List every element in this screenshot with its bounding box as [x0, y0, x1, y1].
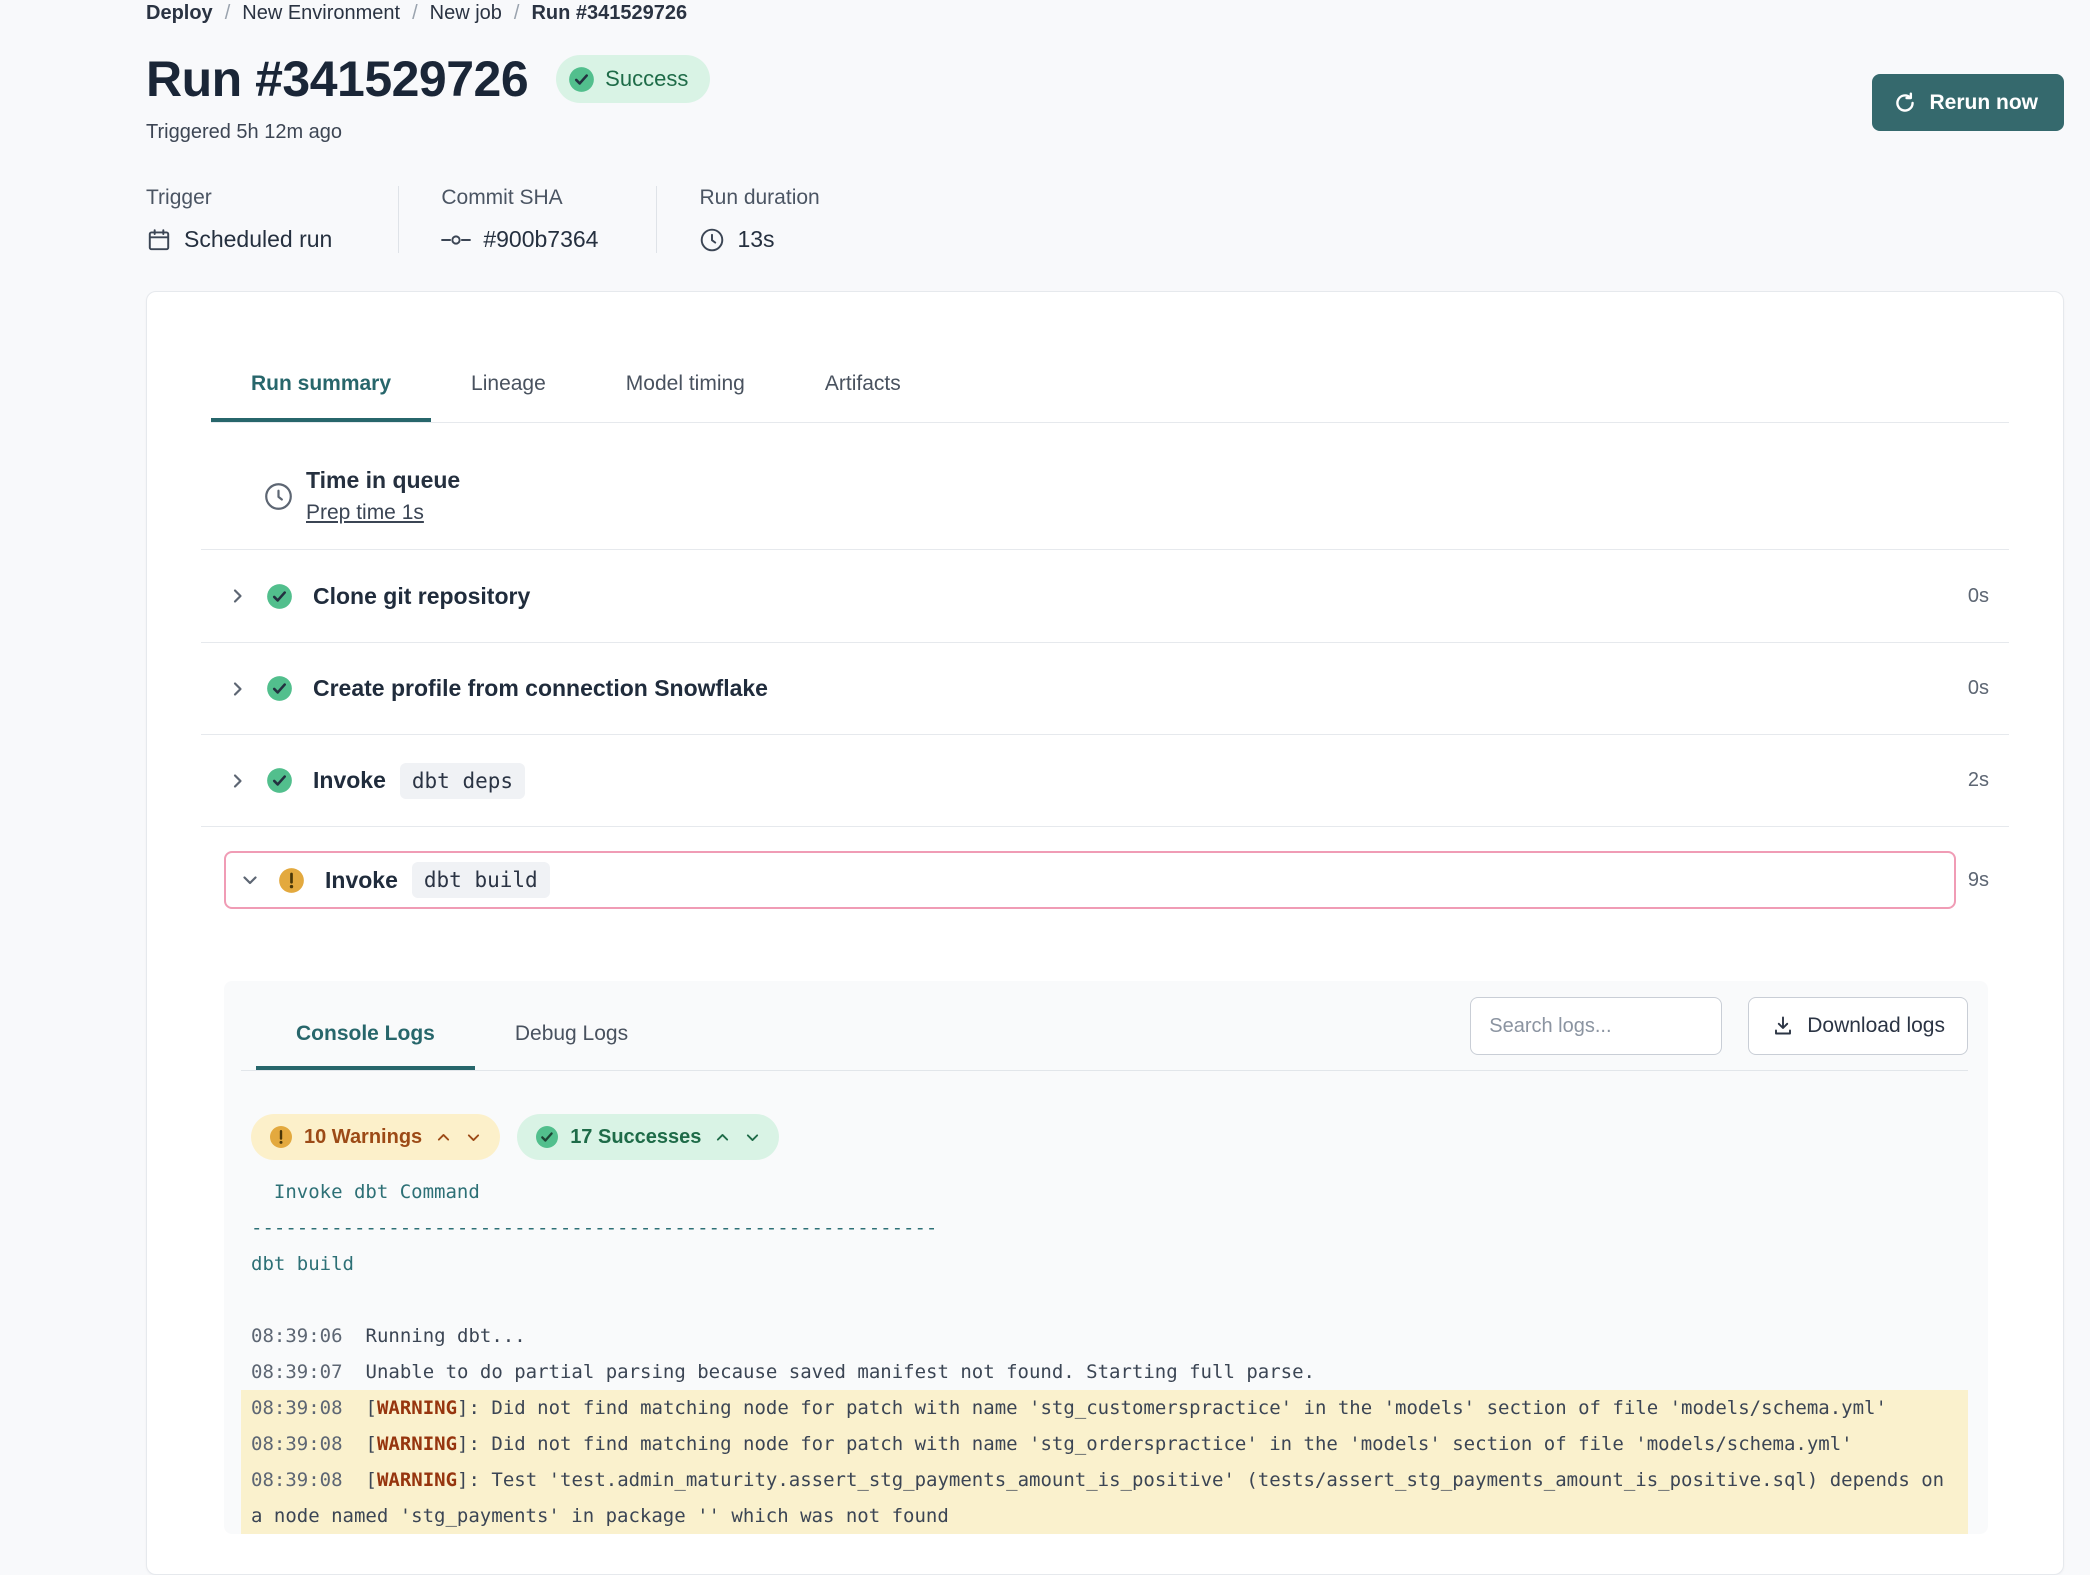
step-create-profile[interactable]: Create profile from connection Snowflake…: [201, 642, 2009, 734]
chevron-up-icon[interactable]: [435, 1129, 452, 1146]
step-clone-git-repository[interactable]: Clone git repository 0s: [201, 550, 2009, 642]
page-title: Run #341529726: [146, 49, 528, 109]
trigger-value: Scheduled run: [184, 226, 332, 253]
meta-trigger: Trigger Scheduled run: [146, 186, 399, 253]
step-invoke-dbt-deps[interactable]: Invoke dbt deps 2s: [201, 734, 2009, 826]
log-separator: ----------------------------------------…: [241, 1210, 1968, 1246]
chevron-right-icon[interactable]: [228, 771, 248, 791]
tab-lineage[interactable]: Lineage: [431, 372, 586, 422]
warnings-badge: 10 Warnings: [251, 1114, 500, 1160]
log-line-warning: 08:39:08[WARNING]: Did not find matching…: [241, 1426, 1968, 1462]
chevron-right-icon[interactable]: [228, 586, 248, 606]
successes-badge-label: 17 Successes: [570, 1126, 701, 1149]
tab-run-summary[interactable]: Run summary: [211, 372, 431, 422]
clock-icon: [699, 227, 725, 253]
breadcrumb-job[interactable]: New job: [430, 2, 502, 25]
search-logs-input[interactable]: [1470, 997, 1722, 1055]
chevron-down-icon[interactable]: [240, 870, 260, 890]
warning-icon: [269, 1125, 293, 1149]
meta-commit: Commit SHA #900b7364: [399, 186, 657, 253]
step-invoke-dbt-build-row[interactable]: Invoke dbt build: [224, 851, 1956, 909]
chevron-right-icon[interactable]: [228, 679, 248, 699]
run-detail-page: Deploy / New Environment / New job / Run…: [0, 0, 2090, 1575]
warning-icon: [278, 867, 305, 894]
tab-artifacts[interactable]: Artifacts: [785, 372, 941, 422]
tab-debug-logs[interactable]: Debug Logs: [475, 1022, 668, 1070]
log-filter-badges: 10 Warnings 17 Successes: [251, 1114, 1968, 1160]
run-meta: Trigger Scheduled run Commit SHA #: [146, 186, 2064, 253]
step-title: Invoke: [313, 767, 386, 794]
breadcrumb-separator: /: [412, 2, 418, 25]
chevron-up-icon[interactable]: [714, 1129, 731, 1146]
status-badge: Success: [556, 55, 710, 103]
breadcrumb-run: Run #341529726: [531, 2, 687, 25]
log-line: 08:39:06Running dbt...: [241, 1318, 1968, 1354]
commit-value: #900b7364: [483, 226, 598, 253]
status-badge-label: Success: [605, 66, 688, 92]
log-command-header: Invoke dbt Command: [241, 1174, 1968, 1210]
tab-console-logs[interactable]: Console Logs: [256, 1022, 475, 1070]
download-icon: [1771, 1014, 1795, 1038]
triggered-label: Triggered 5h 12m ago: [146, 121, 2064, 144]
log-line-warning: 08:39:08[WARNING]: Did not find matching…: [241, 1390, 1968, 1426]
log-line: 08:39:07Unable to do partial parsing bec…: [241, 1354, 1968, 1390]
log-controls: Download logs: [1470, 997, 1968, 1055]
chevron-down-icon[interactable]: [744, 1129, 761, 1146]
success-check-icon: [568, 66, 595, 93]
rerun-icon: [1892, 90, 1918, 116]
log-blank-line: [241, 1282, 1968, 1318]
chevron-down-icon[interactable]: [465, 1129, 482, 1146]
success-check-icon: [266, 675, 293, 702]
calendar-icon: [146, 227, 172, 253]
console-log-output: Invoke dbt Command ---------------------…: [241, 1174, 1968, 1534]
breadcrumb-separator: /: [225, 2, 231, 25]
step-title: Clone git repository: [313, 583, 530, 610]
step-title: Create profile from connection Snowflake: [313, 675, 768, 702]
download-logs-label: Download logs: [1807, 1014, 1945, 1038]
queue-clock-icon: [263, 481, 294, 512]
breadcrumb-separator: /: [514, 2, 520, 25]
commit-label: Commit SHA: [441, 186, 598, 210]
successes-badge: 17 Successes: [517, 1114, 779, 1160]
logs-panel: Console Logs Debug Logs Download logs: [224, 981, 1988, 1534]
step-command-chip: dbt deps: [400, 763, 525, 799]
commit-icon: [441, 227, 471, 253]
rerun-button[interactable]: Rerun now: [1872, 74, 2065, 131]
step-duration: 9s: [1968, 869, 2009, 892]
breadcrumb-environment[interactable]: New Environment: [242, 2, 400, 25]
title-row: Run #341529726 Success: [146, 49, 2064, 109]
step-duration: 2s: [1968, 769, 2009, 792]
tab-model-timing[interactable]: Model timing: [586, 372, 785, 422]
main-tabs: Run summary Lineage Model timing Artifac…: [211, 292, 2009, 423]
duration-value: 13s: [737, 226, 774, 253]
log-command: dbt build: [241, 1246, 1968, 1282]
time-in-queue-section: Time in queue Prep time 1s: [201, 423, 2009, 550]
step-title: Invoke: [325, 867, 398, 894]
rerun-button-label: Rerun now: [1930, 91, 2039, 115]
breadcrumb: Deploy / New Environment / New job / Run…: [146, 2, 2064, 25]
queue-title: Time in queue: [306, 467, 460, 494]
warnings-badge-label: 10 Warnings: [304, 1126, 422, 1149]
success-check-icon: [266, 767, 293, 794]
download-logs-button[interactable]: Download logs: [1748, 997, 1968, 1055]
step-command-chip: dbt build: [412, 862, 550, 898]
success-check-icon: [266, 583, 293, 610]
step-duration: 0s: [1968, 585, 2009, 608]
step-invoke-dbt-build: Invoke dbt build 9s: [201, 826, 2009, 945]
step-duration: 0s: [1968, 677, 2009, 700]
log-line-warning: 08:39:08[WARNING]: Test 'test.admin_matu…: [241, 1462, 1968, 1534]
prep-time-link[interactable]: Prep time 1s: [306, 501, 424, 525]
breadcrumb-deploy[interactable]: Deploy: [146, 2, 213, 25]
trigger-label: Trigger: [146, 186, 332, 210]
duration-label: Run duration: [699, 186, 819, 210]
run-summary-card: Run summary Lineage Model timing Artifac…: [146, 291, 2064, 1575]
log-toolbar: Console Logs Debug Logs Download logs: [241, 997, 1968, 1071]
meta-duration: Run duration 13s: [657, 186, 875, 253]
success-check-icon: [535, 1125, 559, 1149]
